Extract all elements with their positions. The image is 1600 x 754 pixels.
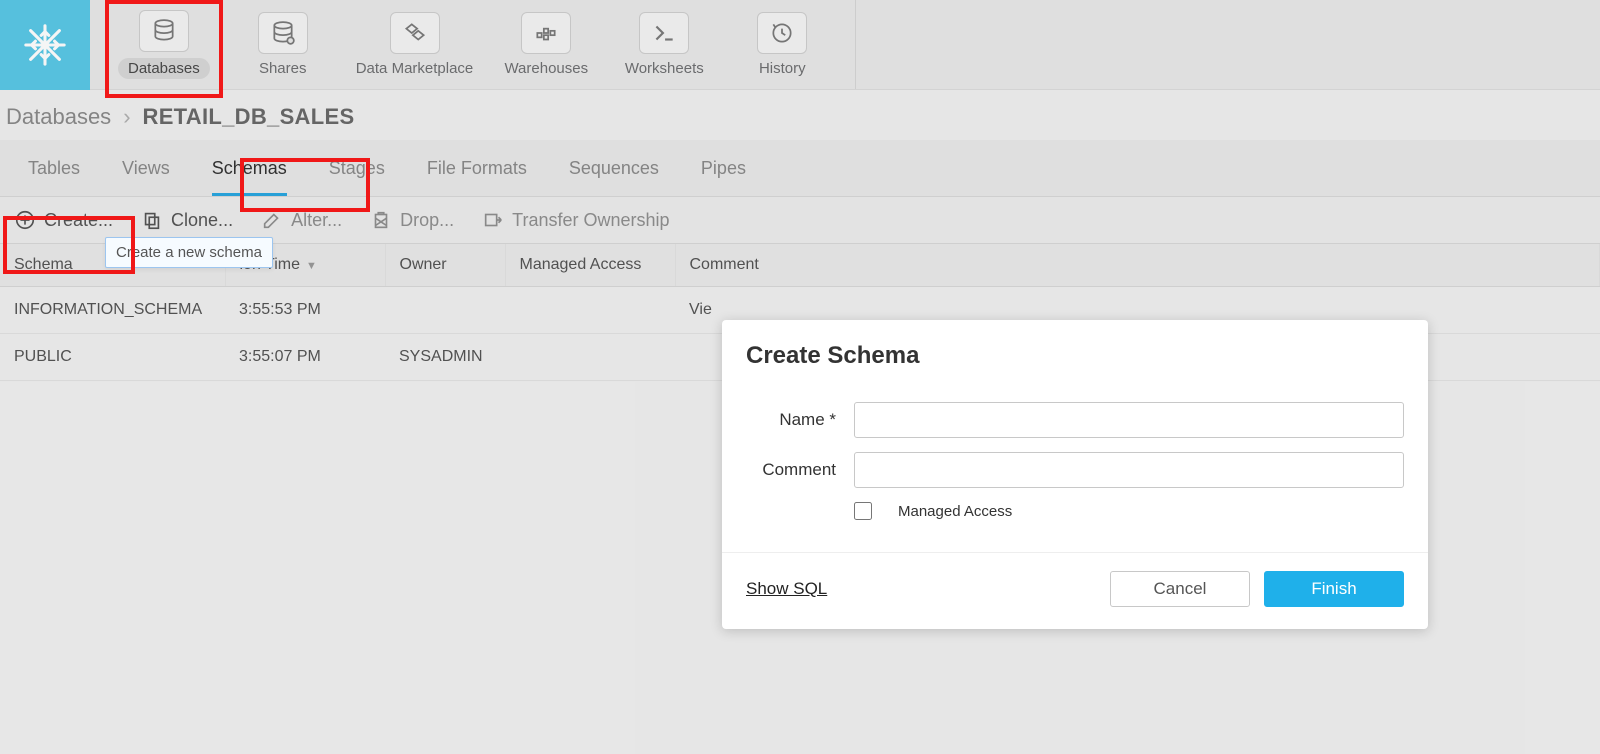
managed-access-checkbox[interactable] [854, 502, 872, 520]
nav-worksheets[interactable]: Worksheets [619, 12, 709, 77]
nav-history[interactable]: History [737, 12, 827, 77]
nav-marketplace[interactable]: Data Marketplace [356, 12, 474, 77]
clone-button[interactable]: Clone... [141, 209, 233, 231]
cancel-button[interactable]: Cancel [1110, 571, 1250, 607]
cell-managed [505, 334, 675, 381]
finish-button[interactable]: Finish [1264, 571, 1404, 607]
transfer-ownership-label: Transfer Ownership [512, 210, 669, 231]
alter-button[interactable]: Alter... [261, 209, 342, 231]
nav-shares[interactable]: Shares [238, 12, 328, 77]
create-button-label: Create... [44, 210, 113, 231]
history-icon [769, 20, 795, 46]
nav-databases[interactable]: Databases [118, 10, 210, 79]
cell-schema: PUBLIC [0, 334, 225, 381]
copy-icon [141, 209, 163, 231]
show-sql-link[interactable]: Show SQL [746, 579, 827, 599]
create-schema-dialog: Create Schema Name * Comment Managed Acc… [722, 320, 1428, 629]
warehouse-icon [533, 20, 559, 46]
object-tabs: Tables Views Schemas Stages File Formats… [0, 140, 1600, 197]
col-managed[interactable]: Managed Access [505, 244, 675, 287]
chevron-right-icon: › [123, 104, 130, 130]
delete-icon [370, 209, 392, 231]
tab-file-formats[interactable]: File Formats [427, 158, 527, 196]
tab-sequences[interactable]: Sequences [569, 158, 659, 196]
drop-button-label: Drop... [400, 210, 454, 231]
cell-time: 3:55:07 PM [225, 334, 385, 381]
col-comment[interactable]: Comment [675, 244, 1600, 287]
nav-items: Databases Shares Data Market [90, 0, 856, 89]
drop-button[interactable]: Drop... [370, 209, 454, 231]
plus-circle-icon [14, 209, 36, 231]
nav-shares-label: Shares [259, 60, 307, 77]
nav-warehouses-label: Warehouses [504, 60, 588, 77]
share-icon [270, 20, 296, 46]
database-icon [151, 18, 177, 44]
top-nav: Databases Shares Data Market [0, 0, 1600, 90]
comment-input[interactable] [854, 452, 1404, 488]
breadcrumb-root[interactable]: Databases [6, 104, 111, 130]
cell-owner: SYSADMIN [385, 334, 505, 381]
cell-schema: INFORMATION_SCHEMA [0, 287, 225, 334]
breadcrumb: Databases › RETAIL_DB_SALES [0, 90, 1600, 140]
tab-schemas[interactable]: Schemas [212, 158, 287, 196]
nav-databases-label: Databases [118, 58, 210, 79]
alter-button-label: Alter... [291, 210, 342, 231]
transfer-ownership-button[interactable]: Transfer Ownership [482, 209, 669, 231]
create-button[interactable]: Create... [14, 209, 113, 231]
worksheet-icon [651, 20, 677, 46]
clone-button-label: Clone... [171, 210, 233, 231]
comment-label: Comment [746, 460, 836, 480]
cell-managed [505, 287, 675, 334]
nav-warehouses[interactable]: Warehouses [501, 12, 591, 77]
dialog-title: Create Schema [722, 320, 1428, 378]
cell-owner [385, 287, 505, 334]
snowflake-icon [22, 22, 68, 68]
tab-pipes[interactable]: Pipes [701, 158, 746, 196]
col-owner[interactable]: Owner [385, 244, 505, 287]
breadcrumb-db[interactable]: RETAIL_DB_SALES [143, 104, 355, 130]
tab-views[interactable]: Views [122, 158, 170, 196]
tab-tables[interactable]: Tables [28, 158, 80, 196]
tab-stages[interactable]: Stages [329, 158, 385, 196]
snowflake-logo[interactable] [0, 0, 90, 90]
create-tooltip: Create a new schema [105, 237, 273, 268]
action-bar: Create... Clone... Alter... Drop... Tran… [0, 197, 1600, 244]
nav-marketplace-label: Data Marketplace [356, 60, 474, 77]
cell-time: 3:55:53 PM [225, 287, 385, 334]
name-input[interactable] [854, 402, 1404, 438]
edit-icon [261, 209, 283, 231]
transfer-icon [482, 209, 504, 231]
nav-worksheets-label: Worksheets [625, 60, 704, 77]
managed-access-label: Managed Access [898, 503, 1012, 520]
nav-history-label: History [759, 60, 806, 77]
marketplace-icon [402, 20, 428, 46]
name-label: Name * [746, 410, 836, 430]
